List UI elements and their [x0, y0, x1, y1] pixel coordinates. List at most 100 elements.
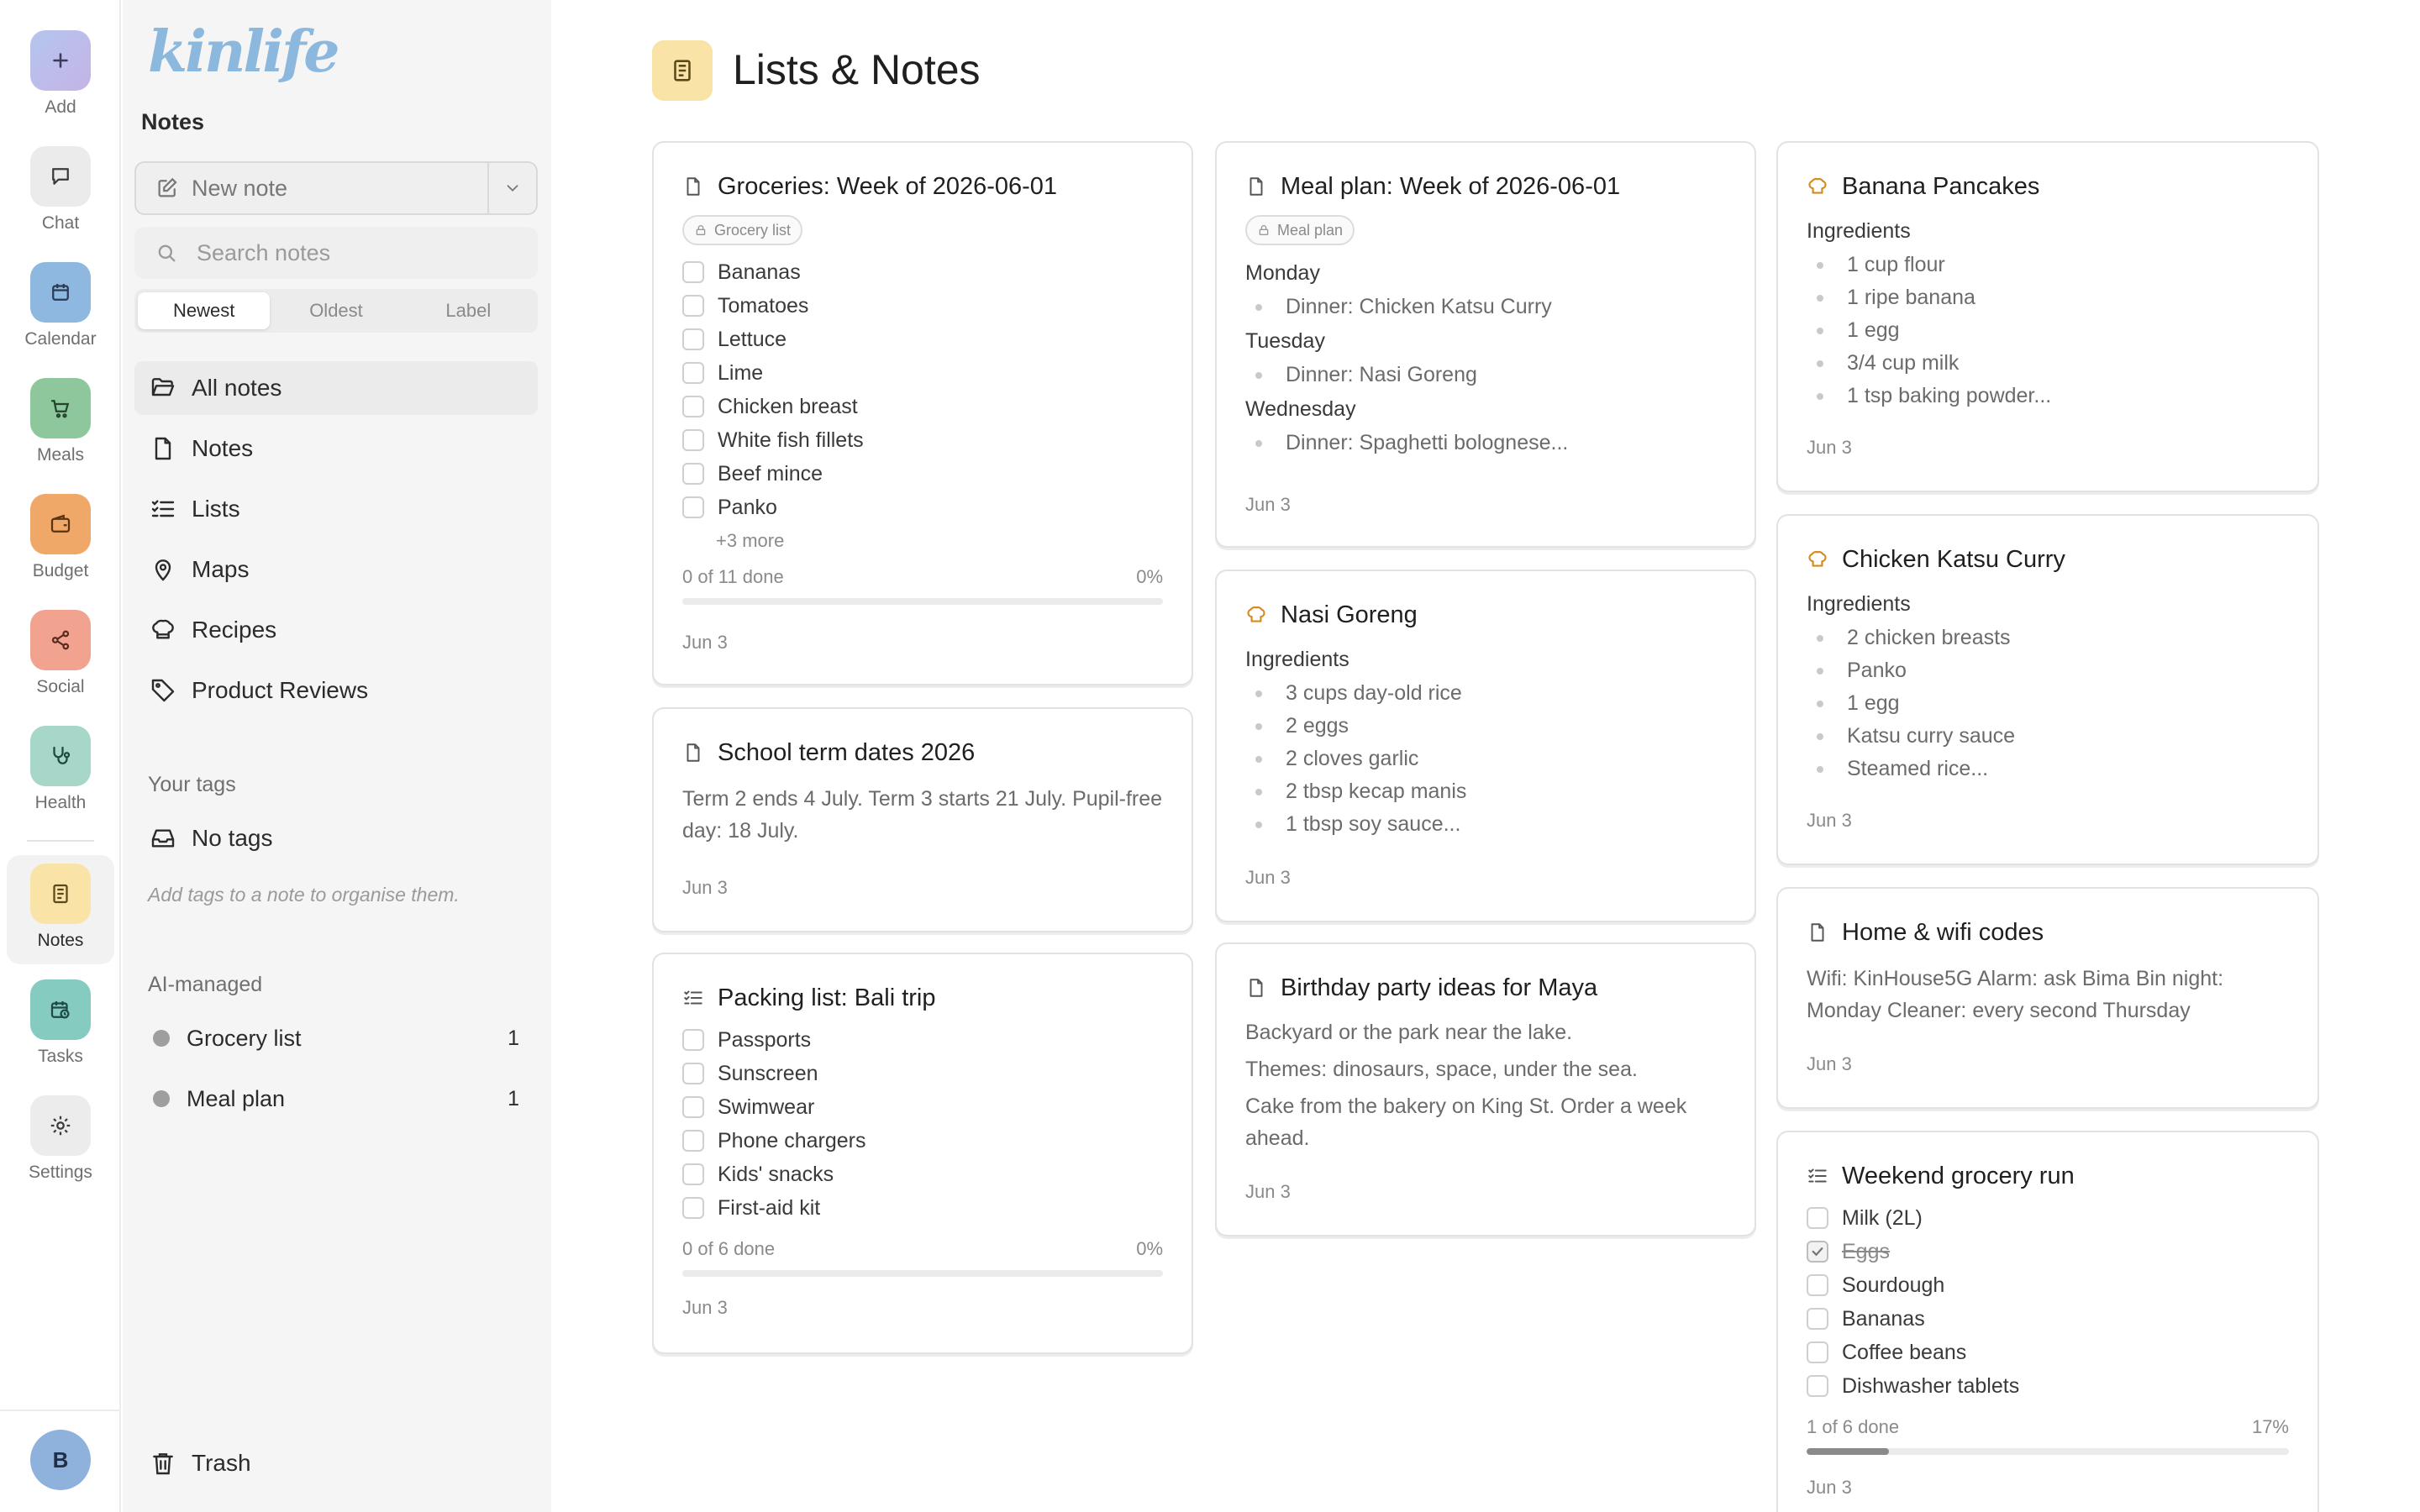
- nav-maps[interactable]: Maps: [134, 543, 538, 596]
- nav-trash[interactable]: Trash: [134, 1436, 538, 1490]
- sort-label[interactable]: Label: [402, 292, 534, 329]
- bullet-item: Katsu curry sauce: [1807, 720, 2289, 753]
- checklist-item: Sunscreen: [682, 1057, 1163, 1090]
- card-title: Chicken Katsu Curry: [1842, 545, 2065, 573]
- card-date: Jun 3: [1245, 494, 1291, 515]
- list-checks-icon: [151, 500, 175, 517]
- nav-notes[interactable]: Notes: [134, 422, 538, 475]
- note-card-school-terms[interactable]: School term dates 2026 Term 2 ends 4 Jul…: [652, 707, 1193, 932]
- checklist: Bananas Tomatoes Lettuce Lime Chicken br…: [682, 255, 1163, 558]
- nav-all-notes[interactable]: All notes: [134, 361, 538, 415]
- note-card-weekend-grocery[interactable]: Weekend grocery run Milk (2L) Eggs Sourd…: [1776, 1131, 2319, 1512]
- bullet-dot: [1817, 294, 1823, 302]
- progress-line: 0 of 11 done 0%: [682, 563, 1163, 591]
- bullet-item: 2 chicken breasts: [1807, 622, 2289, 654]
- ai-item-grocery-list[interactable]: Grocery list 1: [134, 1013, 538, 1063]
- card-title: School term dates 2026: [718, 738, 976, 766]
- bullet-text: 1 ripe banana: [1847, 286, 1975, 309]
- progress-text: 0 of 11 done: [682, 566, 784, 587]
- tags-hint: Add tags to a note to organise them.: [148, 884, 460, 906]
- checkbox[interactable]: [682, 1063, 704, 1084]
- note-card-packing[interactable]: Packing list: Bali trip Passports Sunscr…: [652, 953, 1193, 1354]
- nav-label: Lists: [192, 496, 240, 522]
- checkbox[interactable]: [682, 295, 704, 317]
- bullet-dot: [1255, 821, 1262, 828]
- checkbox[interactable]: [1807, 1375, 1828, 1397]
- label-pill-text: Meal plan: [1277, 221, 1344, 239]
- note-card-nasi-goreng[interactable]: Nasi Goreng Ingredients 3 cups day-old r…: [1215, 570, 1756, 922]
- rail-social[interactable]: Social: [7, 610, 114, 721]
- new-note-options-button[interactable]: [487, 163, 536, 213]
- checkbox[interactable]: [1807, 1308, 1828, 1330]
- checklist-item-label: Panko: [718, 495, 777, 519]
- calendar-clock-icon: [30, 979, 91, 1040]
- new-note-button[interactable]: New note: [136, 163, 487, 213]
- note-card-banana-pancakes[interactable]: Banana Pancakes Ingredients 1 cup flour …: [1776, 141, 2319, 492]
- gear-icon: [30, 1095, 91, 1156]
- checkbox[interactable]: [682, 1197, 704, 1219]
- rail-health[interactable]: Health: [7, 726, 114, 837]
- rail-tasks[interactable]: Tasks: [7, 979, 114, 1090]
- checkbox-checked[interactable]: [1807, 1241, 1828, 1263]
- checkbox[interactable]: [682, 496, 704, 518]
- nav-label: Product Reviews: [192, 677, 369, 703]
- bullet-dot: [1255, 303, 1262, 311]
- checkbox[interactable]: [1807, 1274, 1828, 1296]
- checklist-item-label: First-aid kit: [718, 1195, 821, 1220]
- note-card-birthday[interactable]: Birthday party ideas for Maya Backyard o…: [1215, 942, 1756, 1236]
- checkbox[interactable]: [682, 1163, 704, 1185]
- checkbox[interactable]: [1807, 1341, 1828, 1363]
- rail-settings[interactable]: Settings: [7, 1095, 114, 1206]
- checkbox[interactable]: [682, 429, 704, 451]
- bullet-dot: [1817, 392, 1823, 400]
- checkbox[interactable]: [682, 362, 704, 384]
- rail-add[interactable]: Add: [7, 30, 114, 141]
- bullet-dot: [1817, 634, 1823, 642]
- checkbox[interactable]: [682, 328, 704, 350]
- checkbox[interactable]: [682, 1029, 704, 1051]
- bullet-dot: [1817, 700, 1823, 707]
- checklist-item-label: Eggs: [1842, 1239, 1890, 1263]
- note-card-wifi-codes[interactable]: Home & wifi codes Wifi: KinHouse5G Alarm…: [1776, 887, 2319, 1109]
- tag-dot: [153, 1090, 170, 1107]
- card-title: Banana Pancakes: [1842, 172, 2040, 200]
- rail-label: Add: [45, 97, 76, 117]
- checkbox[interactable]: [682, 463, 704, 485]
- nav-lists[interactable]: Lists: [134, 482, 538, 536]
- bullet-text: Dinner: Spaghetti bolognese...: [1286, 431, 1569, 454]
- avatar[interactable]: B: [30, 1430, 91, 1490]
- label-pill: Meal plan: [1245, 215, 1355, 245]
- note-card-meal-plan[interactable]: Meal plan: Week of 2026-06-01 Meal plan …: [1215, 141, 1756, 548]
- rail-chat[interactable]: Chat: [7, 146, 114, 257]
- checklist-item-label: Bananas: [1842, 1306, 1925, 1331]
- bullet-text: 2 tbsp kecap manis: [1286, 780, 1467, 803]
- progress-percent: 0%: [1136, 566, 1163, 587]
- bullet-dot: [1255, 371, 1262, 379]
- checkbox[interactable]: [682, 1130, 704, 1152]
- card-date: Jun 3: [1245, 867, 1291, 888]
- search-input[interactable]: Search notes: [134, 227, 538, 279]
- sort-newest[interactable]: Newest: [138, 292, 271, 329]
- nav-label: Notes: [192, 435, 254, 461]
- notes-sidebar: kinlife Notes New note Search notes Newe…: [123, 0, 551, 1512]
- note-card-groceries[interactable]: Groceries: Week of 2026-06-01 Grocery li…: [652, 141, 1193, 685]
- checkbox[interactable]: [1807, 1207, 1828, 1229]
- rail-calendar[interactable]: Calendar: [7, 262, 114, 373]
- note-card-chicken-katsu[interactable]: Chicken Katsu Curry Ingredients 2 chicke…: [1776, 514, 2319, 865]
- rail-notes[interactable]: Notes: [7, 855, 114, 964]
- bullet-item: 1 cup flour: [1807, 249, 2289, 281]
- checkbox[interactable]: [682, 396, 704, 417]
- rail-budget[interactable]: Budget: [7, 494, 114, 605]
- nav-recipes[interactable]: Recipes: [134, 603, 538, 657]
- nav-product-reviews[interactable]: Product Reviews: [134, 664, 538, 717]
- rail-divider: [27, 840, 94, 842]
- checkbox[interactable]: [682, 1096, 704, 1118]
- bullet-text: 2 cloves garlic: [1286, 747, 1419, 770]
- rail-meals[interactable]: Meals: [7, 378, 114, 489]
- ai-item-meal-plan[interactable]: Meal plan 1: [134, 1074, 538, 1124]
- sort-oldest[interactable]: Oldest: [270, 292, 402, 329]
- list-checks-icon: [684, 990, 702, 1005]
- bullet-item: Dinner: Spaghetti bolognese...: [1245, 427, 1726, 459]
- checkbox[interactable]: [682, 261, 704, 283]
- checklist-item-label: Tomatoes: [718, 293, 809, 318]
